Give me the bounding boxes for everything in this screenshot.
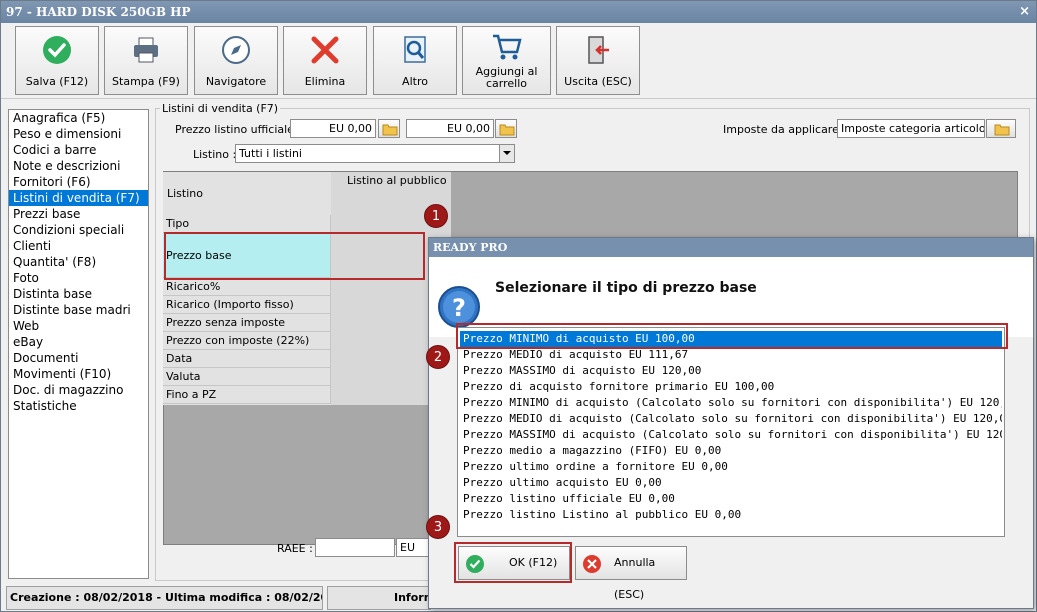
imposte-folder-button[interactable]	[986, 119, 1016, 138]
sidebar-nav: Anagrafica (F5) Peso e dimensioni Codici…	[8, 109, 149, 579]
grid-row-label: Prezzo con imposte (22%)	[163, 332, 331, 350]
sidebar-item[interactable]: Doc. di magazzino	[9, 382, 148, 398]
cart-icon	[492, 34, 522, 60]
grid-row-label: Fino a PZ	[163, 386, 331, 404]
sidebar-item[interactable]: Distinte base madri	[9, 302, 148, 318]
prezzo-listino-field-2[interactable]: EU 0,00	[406, 119, 494, 138]
folder-icon	[994, 124, 1010, 136]
callout-ok	[454, 542, 572, 583]
folder-icon	[382, 124, 398, 136]
listino-label: Listino :	[193, 148, 237, 161]
sidebar-item[interactable]: Movimenti (F10)	[9, 366, 148, 382]
cancel-x-icon	[583, 555, 601, 573]
grid-column-header: Listino al pubblico	[347, 174, 447, 187]
option[interactable]: Prezzo di acquisto fornitore primario EU…	[460, 379, 1002, 395]
option[interactable]: Prezzo MINIMO di acquisto (Calcolato sol…	[460, 395, 1002, 411]
sidebar-item[interactable]: Fornitori (F6)	[9, 174, 148, 190]
listino-select[interactable]: Tutti i listini	[235, 144, 515, 163]
folder-button-2[interactable]	[495, 119, 517, 138]
navigator-button[interactable]: Navigatore	[194, 26, 278, 95]
callout-option	[456, 323, 1008, 349]
sidebar-item[interactable]: Prezzi base	[9, 206, 148, 222]
prezzo-listino-label: Prezzo listino ufficiale :	[175, 123, 302, 136]
red-x-icon	[311, 36, 339, 64]
sidebar-item[interactable]: Peso e dimensioni	[9, 126, 148, 142]
group-title: Listini di vendita (F7)	[160, 102, 281, 115]
step-badge-1: 1	[424, 204, 448, 228]
raee-field[interactable]	[315, 538, 395, 557]
status-info: Inform	[327, 586, 431, 610]
compass-icon	[222, 36, 250, 64]
folder-button-1[interactable]	[378, 119, 400, 138]
option[interactable]: Prezzo MASSIMO di acquisto (Calcolato so…	[460, 427, 1002, 443]
grid-row-label: Ricarico%	[163, 278, 331, 296]
printer-icon	[134, 37, 158, 63]
chevron-down-icon[interactable]	[499, 145, 514, 162]
option[interactable]: Prezzo MASSIMO di acquisto EU 120,00	[460, 363, 1002, 379]
imposte-field[interactable]: Imposte categoria articolo	[837, 119, 985, 138]
grid-row-label: Prezzo senza imposte	[163, 314, 331, 332]
grid-row-label: Ricarico (Importo fisso)	[163, 296, 331, 314]
more-button[interactable]: Altro	[373, 26, 457, 95]
sidebar-item[interactable]: Distinta base	[9, 286, 148, 302]
sidebar-item[interactable]: Documenti	[9, 350, 148, 366]
add-to-cart-button[interactable]: Aggiungi al carrello	[462, 26, 551, 95]
sidebar-item[interactable]: Anagrafica (F5)	[9, 110, 148, 126]
sidebar-item[interactable]: Condizioni speciali	[9, 222, 148, 238]
sidebar-item[interactable]: Quantita' (F8)	[9, 254, 148, 270]
step-badge-2: 2	[426, 345, 450, 369]
folder-icon	[499, 124, 515, 136]
magnifier-document-icon	[404, 36, 426, 63]
cancel-button[interactable]: Annulla (ESC)	[575, 546, 687, 601]
price-type-list: Prezzo MINIMO di acquisto EU 100,00 Prez…	[457, 327, 1005, 537]
title-bar: 97 - HARD DISK 250GB HP ×	[1, 1, 1036, 23]
sidebar-item-selected[interactable]: Listini di vendita (F7)	[9, 190, 148, 206]
sidebar-item[interactable]: Foto	[9, 270, 148, 286]
sidebar-item[interactable]: Web	[9, 318, 148, 334]
dialog-message: Selezionare il tipo di prezzo base	[495, 280, 757, 296]
svg-text:?: ?	[452, 294, 466, 322]
listino-select-value: Tutti i listini	[239, 147, 302, 160]
window-title: 97 - HARD DISK 250GB HP	[6, 5, 191, 19]
grid-row-label: Valuta	[163, 368, 331, 386]
sidebar-item[interactable]: Codici a barre	[9, 142, 148, 158]
option[interactable]: Prezzo MEDIO di acquisto EU 111,67	[460, 347, 1002, 363]
option[interactable]: Prezzo listino ufficiale EU 0,00	[460, 491, 1002, 507]
sidebar-item[interactable]: Statistiche	[9, 398, 148, 414]
imposte-label: Imposte da applicare :	[723, 123, 847, 136]
status-dates: Creazione : 08/02/2018 - Ultima modifica…	[6, 586, 323, 610]
step-badge-3: 3	[426, 515, 450, 539]
raee-currency-field[interactable]: EU	[396, 538, 430, 557]
toolbar: Salva (F12) Stampa (F9) Navigatore Elimi…	[1, 23, 1036, 99]
option[interactable]: Prezzo medio a magazzino (FIFO) EU 0,00	[460, 443, 1002, 459]
sidebar-item[interactable]: eBay	[9, 334, 148, 350]
delete-button[interactable]: Elimina	[283, 26, 367, 95]
option[interactable]: Prezzo ultimo ordine a fornitore EU 0,00	[460, 459, 1002, 475]
option[interactable]: Prezzo ultimo acquisto EU 0,00	[460, 475, 1002, 491]
exit-door-icon	[588, 36, 609, 64]
grid-row-label: Data	[163, 350, 331, 368]
sidebar-item[interactable]: Note e descrizioni	[9, 158, 148, 174]
callout-prezzo-base	[164, 232, 425, 280]
raee-label: RAEE :	[277, 542, 313, 555]
close-icon[interactable]: ×	[1019, 1, 1030, 23]
prezzo-listino-field-1[interactable]: EU 0,00	[290, 119, 376, 138]
check-circle-icon	[43, 36, 71, 64]
exit-button[interactable]: Uscita (ESC)	[556, 26, 640, 95]
save-button[interactable]: Salva (F12)	[15, 26, 99, 95]
sidebar-item[interactable]: Clienti	[9, 238, 148, 254]
option[interactable]: Prezzo listino Listino al pubblico EU 0,…	[460, 507, 1002, 523]
dialog-title: READY PRO	[429, 238, 1033, 257]
option[interactable]: Prezzo MEDIO di acquisto (Calcolato solo…	[460, 411, 1002, 427]
grid-row-label: Tipo	[163, 215, 331, 233]
print-button[interactable]: Stampa (F9)	[104, 26, 188, 95]
grid-row-header: Listino	[167, 187, 203, 200]
